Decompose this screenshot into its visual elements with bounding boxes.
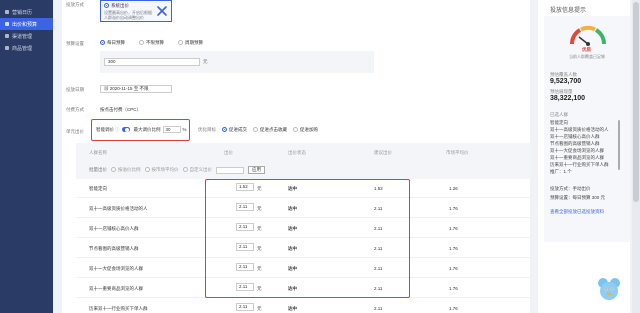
row-name: 双十一重要商品浏览的人群 (89, 286, 143, 291)
batch-avg-option[interactable]: 按市场平均价 (144, 167, 179, 173)
gauge-label: 优质 (582, 47, 591, 52)
crowd-list-item: 双十一大促会场浏览的人群 (550, 148, 604, 153)
calendar-icon (5, 10, 9, 14)
date-input[interactable]: ▦ 2020-11-15 至 不限 (100, 85, 172, 93)
row-name: 节点看图的高级营销人群 (89, 246, 139, 251)
budget-unit: 元 (203, 59, 208, 64)
budget-input[interactable]: 300 (104, 58, 200, 66)
row-avg: 1.26 (449, 186, 458, 191)
smart-bid-row: 智能调价 ⓘ 最大调价比例 30 % (96, 126, 187, 133)
budget-daily-option[interactable]: 每日预算 (100, 40, 125, 46)
optimize-row: 优化目标 促进成交 促进点击收藏 促进加购 (198, 127, 318, 133)
crowd-list-item: 双十一店铺核心高价人群 (550, 134, 600, 139)
crowd-scrollbar[interactable] (618, 120, 620, 170)
smart-bid-label: 智能调价 (96, 126, 114, 132)
pay-value: 按点击付费（CPC） (100, 107, 142, 112)
row-avg: 1.76 (449, 306, 458, 311)
product-icon (5, 46, 9, 50)
table-header-avg: 市场平均价 (446, 150, 469, 155)
budget-unlimited-option[interactable]: 不限预算 (139, 40, 164, 46)
quality-gauge-icon (569, 25, 607, 46)
pay-label: 付费方式 (66, 107, 84, 112)
right-panel-title: 投放信息提示 (550, 8, 587, 14)
sidebar-item-bid-budget[interactable]: 出价和预算 (0, 18, 53, 30)
crowd-list-item: 推广：1.个 (550, 169, 572, 174)
row-name: 双十一店铺核心高价人群 (89, 226, 139, 231)
table-header-status: 出价状态 (288, 150, 306, 155)
page-scroll-thumb[interactable] (633, 2, 639, 202)
crowd-list-item: 智能定向 (550, 120, 568, 125)
crowd-list-item: 历来双十一行业购买下单人群 (550, 162, 609, 167)
right-panel: 投放信息提示 优质 当前人群覆盖已足够 预估覆盖人数 9,523,700 预估展… (538, 0, 630, 313)
sidebar: 营销日历 出价和预算 渠道管理 商品管理 (0, 0, 53, 313)
batch-apply-button[interactable]: 应用 (248, 166, 265, 174)
row-avg: 1.76 (449, 226, 458, 231)
table-row: 历来双十一行业购买下单人群 2.11 元达中 2.11 1.76 (76, 300, 531, 313)
row-bid-input[interactable]: 2.11 (236, 303, 254, 311)
mascot-icon[interactable] (596, 276, 622, 302)
sidebar-item-channel[interactable]: 渠道管理 (0, 30, 53, 42)
row-avg: 1.76 (449, 286, 458, 291)
budget-info: 预算设置：每日预算 300 元 (550, 195, 606, 200)
main-panel: 投放方式 系统出价 设置最高出价，开启后根据 人群溢价自动调整出价 预算设置 每… (62, 0, 531, 313)
row-status: 达中 (288, 306, 297, 311)
optimize-conversion-option[interactable]: 促进成交 (222, 127, 247, 133)
row-avg: 1.76 (449, 246, 458, 251)
bid-mode-card[interactable]: 系统出价 设置最高出价，开启后根据 人群溢价自动调整出价 (100, 0, 172, 22)
optimize-label: 优化目标 (198, 127, 216, 132)
batch-bid-label: 批量出价 (89, 167, 107, 172)
budget-label: 预算设置 (66, 41, 84, 46)
sidebar-item-product[interactable]: 商品管理 (0, 42, 53, 54)
crowd-list-item: 节点看图的高级营销人群 (550, 141, 600, 146)
channel-icon (5, 34, 9, 38)
date-label: 投放日期 (66, 87, 84, 92)
optimize-cart-option[interactable]: 促进加购 (293, 127, 318, 133)
max-bid-label: 最大调价比例 (133, 126, 161, 132)
row-name: 历来双十一行业购买下单人群 (89, 306, 148, 311)
crowd-title: 已选人群 (550, 112, 568, 117)
row-name: 双十一大促会场浏览的人群 (89, 266, 143, 271)
batch-bid-row: 批量出价 按溢价比例 按市场平均价 自定义出价 应用 (89, 166, 265, 174)
table-header-name: 人群名称 (89, 150, 107, 155)
impression-value: 38,322,100 (550, 95, 586, 102)
bid-table-highlight (205, 179, 410, 298)
table-header-suggest: 建议出价 (374, 150, 392, 155)
row-avg: 1.76 (449, 206, 458, 211)
gauge-desc: 当前人群覆盖已足够 (569, 54, 605, 59)
row-avg: 1.76 (449, 266, 458, 271)
help-icon: ⓘ (115, 126, 120, 132)
batch-input[interactable] (216, 166, 244, 174)
bid-label: 单元出价 (66, 129, 84, 134)
row-name: 智能定向 (89, 186, 107, 191)
batch-custom-option[interactable]: 自定义出价 (182, 167, 212, 173)
max-bid-input[interactable]: 30 (162, 126, 181, 133)
row-name: 双十一高级资质价格活动的人 (89, 206, 148, 211)
table-header-bid: 出价 (224, 150, 233, 155)
crowd-list-item: 双十一高级资质价格活动的人 (550, 127, 609, 132)
max-bid-unit: % (182, 127, 187, 132)
bid-icon (5, 22, 9, 26)
batch-ratio-option[interactable]: 按溢价比例 (111, 167, 141, 173)
bid-mode-label: 投放方式 (66, 2, 84, 7)
view-all-link[interactable]: 查看全部投放已选投放资料 (550, 209, 604, 215)
coverage-value: 9,523,700 (550, 78, 582, 85)
sidebar-item-calendar[interactable]: 营销日历 (0, 6, 53, 18)
bid-mode-radio[interactable] (104, 3, 109, 9)
budget-options: 每日预算 不限预算 周期预算 (100, 40, 203, 46)
row-bid-unit: 元 (257, 306, 262, 311)
bid-mode-info: 投放方式：手动出价 (550, 186, 591, 191)
optimize-click-option[interactable]: 促进点击收藏 (253, 127, 287, 133)
row-suggest: 2.11 (374, 306, 383, 311)
tools-icon (157, 6, 167, 16)
crowd-list-item: 双十一重要商品浏览的人群 (550, 155, 604, 160)
budget-period-option[interactable]: 周期预算 (178, 40, 203, 46)
smart-bid-toggle[interactable] (121, 127, 130, 132)
